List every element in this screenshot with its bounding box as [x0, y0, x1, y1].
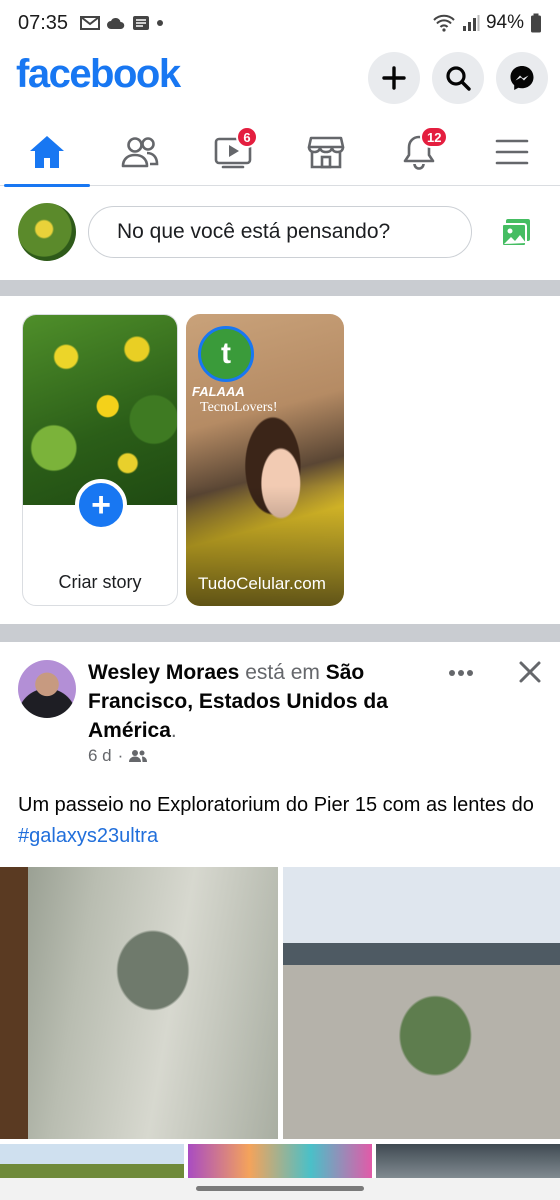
search-button[interactable]: [432, 52, 484, 104]
story-profile-photo: [23, 315, 177, 505]
hide-post-button[interactable]: [518, 660, 542, 689]
messenger-button[interactable]: [496, 52, 548, 104]
section-divider: [0, 280, 560, 296]
post-hashtag[interactable]: #galaxys23ultra: [18, 825, 158, 847]
status-bar: 07:35 94%: [0, 0, 560, 50]
gmail-icon: [80, 16, 100, 30]
story-caption-primary: FALAAA: [192, 384, 245, 399]
friends-audience-icon: [129, 750, 148, 762]
facebook-logo[interactable]: facebook: [16, 52, 181, 97]
photo-button[interactable]: [500, 218, 532, 253]
section-divider: [0, 624, 560, 642]
main-nav: 6 12: [0, 118, 560, 187]
tab-menu[interactable]: [465, 118, 558, 186]
post-options-button[interactable]: [448, 664, 474, 682]
notifications-badge: 12: [420, 126, 449, 148]
home-icon: [29, 136, 64, 168]
dot-icon: [157, 20, 163, 26]
battery-text: 94%: [485, 12, 524, 33]
tab-home[interactable]: [0, 118, 93, 187]
post-is-in: está em: [245, 661, 320, 684]
post-photo[interactable]: [283, 867, 560, 1139]
home-gesture-handle[interactable]: [196, 1186, 364, 1191]
more-horizontal-icon: [449, 670, 473, 676]
watch-badge: 6: [236, 126, 258, 148]
post-author-avatar[interactable]: [18, 660, 76, 718]
post-text: Um passeio no Exploratorium do Pier 15 c…: [18, 790, 538, 852]
post-photo[interactable]: [0, 867, 278, 1139]
story-card[interactable]: t FALAAA TecnoLovers! TudoCelular.com: [186, 314, 344, 606]
tab-friends[interactable]: [93, 118, 186, 186]
friends-icon: [121, 137, 158, 168]
status-time: 07:35: [18, 12, 69, 34]
gesture-bar: [0, 1178, 560, 1200]
cloud-icon: [107, 17, 125, 29]
post-meta: 6 d ·: [88, 746, 148, 766]
app-header: facebook: [0, 50, 560, 108]
tab-notifications[interactable]: 12: [372, 118, 465, 186]
create-story-card[interactable]: + Criar story: [22, 314, 178, 606]
system-icons: 94%: [432, 12, 542, 34]
signal-icon: [462, 15, 480, 31]
message-icon: [133, 16, 149, 30]
status-input[interactable]: No que você está pensando?: [88, 206, 472, 258]
meta-separator: ·: [117, 746, 124, 765]
post-composer: No que você está pensando?: [0, 186, 560, 280]
search-icon: [446, 66, 471, 91]
post-author-name[interactable]: Wesley Moraes: [88, 661, 239, 684]
tab-watch[interactable]: 6: [186, 118, 279, 186]
story-author-name: TudoCelular.com: [198, 574, 326, 593]
create-button[interactable]: [368, 52, 420, 104]
notification-icons: [80, 15, 164, 31]
profile-avatar[interactable]: [18, 203, 76, 261]
stories-tray: + Criar story t FALAAA TecnoLovers! Tudo…: [0, 296, 560, 624]
plus-icon: [382, 66, 406, 90]
story-caption-secondary: TecnoLovers!: [200, 400, 278, 415]
post-period: .: [170, 719, 177, 742]
wifi-icon: [433, 14, 455, 32]
tab-marketplace[interactable]: [279, 118, 372, 186]
add-story-icon: +: [75, 479, 127, 531]
photo-icon: [501, 219, 530, 247]
feed-post: Wesley Moraes está em São Francisco, Est…: [0, 642, 560, 1200]
post-header: Wesley Moraes está em São Francisco, Est…: [88, 658, 428, 745]
messenger-icon: [510, 66, 534, 90]
marketplace-icon: [307, 136, 344, 169]
hamburger-menu-icon: [495, 139, 528, 165]
post-text-content: Um passeio no Exploratorium do Pier 15 c…: [18, 794, 534, 816]
post-timestamp[interactable]: 6 d: [88, 746, 112, 766]
battery-icon: [531, 13, 541, 33]
create-story-label: Criar story: [58, 572, 142, 592]
story-author-avatar: t: [198, 326, 254, 382]
close-icon: [519, 661, 541, 683]
